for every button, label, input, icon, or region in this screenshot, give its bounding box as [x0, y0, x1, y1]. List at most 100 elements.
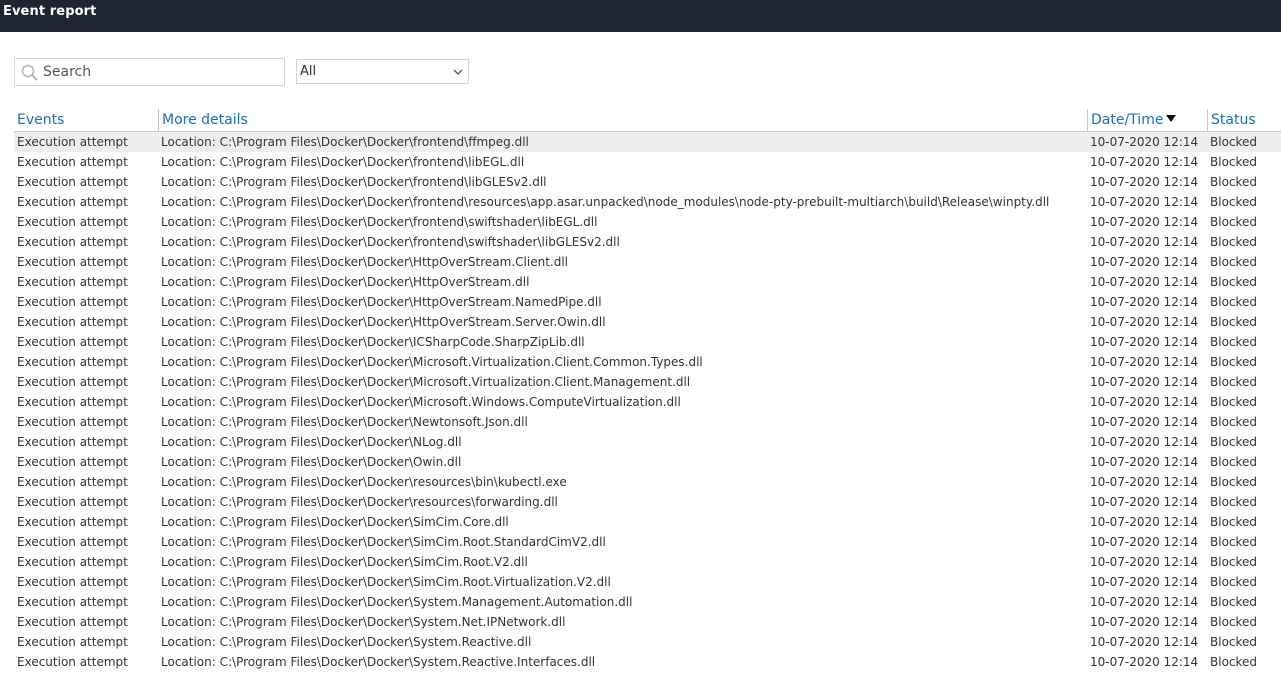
cell-status: Blocked — [1210, 535, 1258, 549]
cell-event: Execution attempt — [17, 335, 128, 349]
cell-details: Location: C:\Program Files\Docker\Docker… — [161, 235, 620, 249]
cell-details: Location: C:\Program Files\Docker\Docker… — [161, 535, 606, 549]
column-header-events[interactable]: Events — [14, 109, 158, 131]
cell-status: Blocked — [1210, 615, 1258, 629]
cell-details: Location: C:\Program Files\Docker\Docker… — [161, 315, 606, 329]
cell-date: 10-07-2020 12:14 — [1090, 175, 1199, 189]
cell-status: Blocked — [1210, 375, 1258, 389]
cell-details: Location: C:\Program Files\Docker\Docker… — [161, 255, 569, 269]
cell-status: Blocked — [1210, 475, 1258, 489]
cell-event: Execution attempt — [17, 635, 128, 649]
table-row[interactable]: Execution attempt Location: C:\Program Fi… — [14, 552, 1281, 572]
table-row[interactable]: Execution attempt Location: C:\Program Fi… — [14, 152, 1281, 172]
cell-event: Execution attempt — [17, 355, 128, 369]
table-row[interactable]: Execution attempt Location: C:\Program Fi… — [14, 612, 1281, 632]
filter-dropdown[interactable]: All — [296, 59, 469, 84]
table-row[interactable]: Execution attempt Location: C:\Program Fi… — [14, 472, 1281, 492]
cell-date: 10-07-2020 12:14 — [1090, 435, 1199, 449]
table-row[interactable]: Execution attempt Location: C:\Program Fi… — [14, 332, 1281, 352]
column-header-details[interactable]: More details — [158, 109, 1087, 131]
cell-status: Blocked — [1210, 315, 1258, 329]
cell-details: Location: C:\Program Files\Docker\Docker… — [161, 155, 525, 169]
cell-event: Execution attempt — [17, 455, 128, 469]
cell-details: Location: C:\Program Files\Docker\Docker… — [161, 555, 528, 569]
cell-status: Blocked — [1210, 495, 1258, 509]
table-row[interactable]: Execution attempt Location: C:\Program Fi… — [14, 312, 1281, 332]
table-header: Events More details Date/Time Status — [14, 109, 1281, 132]
cell-event: Execution attempt — [17, 195, 128, 209]
cell-event: Execution attempt — [17, 435, 128, 449]
cell-details: Location: C:\Program Files\Docker\Docker… — [161, 375, 691, 389]
cell-date: 10-07-2020 12:14 — [1090, 375, 1199, 389]
cell-status: Blocked — [1210, 455, 1258, 469]
table-row[interactable]: Execution attempt Location: C:\Program Fi… — [14, 412, 1281, 432]
cell-date: 10-07-2020 12:14 — [1090, 655, 1199, 669]
cell-details: Location: C:\Program Files\Docker\Docker… — [161, 475, 567, 489]
cell-date: 10-07-2020 12:14 — [1090, 555, 1199, 569]
table-row[interactable]: Execution attempt Location: C:\Program Fi… — [14, 452, 1281, 472]
table-row[interactable]: Execution attempt Location: C:\Program Fi… — [14, 232, 1281, 252]
chevron-down-icon — [453, 69, 463, 75]
cell-details: Location: C:\Program Files\Docker\Docker… — [161, 615, 566, 629]
cell-details: Location: C:\Program Files\Docker\Docker… — [161, 595, 633, 609]
table-row[interactable]: Execution attempt Location: C:\Program Fi… — [14, 172, 1281, 192]
table-row[interactable]: Execution attempt Location: C:\Program Fi… — [14, 292, 1281, 312]
search-box[interactable] — [14, 58, 285, 86]
table-row[interactable]: Execution attempt Location: C:\Program Fi… — [14, 632, 1281, 652]
table-row[interactable]: Execution attempt Location: C:\Program Fi… — [14, 372, 1281, 392]
table-row[interactable]: Execution attempt Location: C:\Program Fi… — [14, 272, 1281, 292]
column-header-date[interactable]: Date/Time — [1087, 109, 1207, 131]
cell-details: Location: C:\Program Files\Docker\Docker… — [161, 515, 509, 529]
cell-details: Location: C:\Program Files\Docker\Docker… — [161, 335, 585, 349]
cell-date: 10-07-2020 12:14 — [1090, 575, 1199, 589]
cell-date: 10-07-2020 12:14 — [1090, 615, 1199, 629]
cell-status: Blocked — [1210, 355, 1258, 369]
cell-details: Location: C:\Program Files\Docker\Docker… — [161, 455, 462, 469]
cell-status: Blocked — [1210, 515, 1258, 529]
cell-date: 10-07-2020 12:14 — [1090, 535, 1199, 549]
search-input[interactable] — [43, 62, 279, 82]
cell-date: 10-07-2020 12:14 — [1090, 235, 1199, 249]
table-row[interactable]: Execution attempt Location: C:\Program Fi… — [14, 252, 1281, 272]
cell-date: 10-07-2020 12:14 — [1090, 335, 1199, 349]
cell-event: Execution attempt — [17, 655, 128, 669]
table-row[interactable]: Execution attempt Location: C:\Program Fi… — [14, 592, 1281, 612]
cell-date: 10-07-2020 12:14 — [1090, 495, 1199, 509]
column-header-status[interactable]: Status — [1207, 109, 1281, 131]
cell-event: Execution attempt — [17, 155, 128, 169]
table-row[interactable]: Execution attempt Location: C:\Program Fi… — [14, 192, 1281, 212]
table-row[interactable]: Execution attempt Location: C:\Program Fi… — [14, 352, 1281, 372]
cell-status: Blocked — [1210, 395, 1258, 409]
search-icon — [21, 64, 38, 81]
cell-event: Execution attempt — [17, 315, 128, 329]
cell-date: 10-07-2020 12:14 — [1090, 135, 1199, 149]
cell-date: 10-07-2020 12:14 — [1090, 355, 1199, 369]
cell-status: Blocked — [1210, 595, 1258, 609]
table-row[interactable]: Execution attempt Location: C:\Program Fi… — [14, 132, 1281, 152]
table-row[interactable]: Execution attempt Location: C:\Program Fi… — [14, 492, 1281, 512]
table-row[interactable]: Execution attempt Location: C:\Program Fi… — [14, 212, 1281, 232]
table-row[interactable]: Execution attempt Location: C:\Program Fi… — [14, 512, 1281, 532]
cell-details: Location: C:\Program Files\Docker\Docker… — [161, 355, 703, 369]
cell-details: Location: C:\Program Files\Docker\Docker… — [161, 395, 681, 409]
cell-date: 10-07-2020 12:14 — [1090, 315, 1199, 329]
cell-event: Execution attempt — [17, 495, 128, 509]
cell-status: Blocked — [1210, 275, 1258, 289]
cell-details: Location: C:\Program Files\Docker\Docker… — [161, 635, 532, 649]
cell-date: 10-07-2020 12:14 — [1090, 415, 1199, 429]
table-row[interactable]: Execution attempt Location: C:\Program Fi… — [14, 532, 1281, 552]
cell-event: Execution attempt — [17, 415, 128, 429]
table-row[interactable]: Execution attempt Location: C:\Program Fi… — [14, 432, 1281, 452]
table-row[interactable]: Execution attempt Location: C:\Program Fi… — [14, 572, 1281, 592]
table-row[interactable]: Execution attempt Location: C:\Program Fi… — [14, 652, 1281, 672]
cell-details: Location: C:\Program Files\Docker\Docker… — [161, 135, 529, 149]
cell-details: Location: C:\Program Files\Docker\Docker… — [161, 655, 596, 669]
table-body: Execution attempt Location: C:\Program Fi… — [14, 132, 1281, 672]
cell-date: 10-07-2020 12:14 — [1090, 455, 1199, 469]
column-header-label: Status — [1211, 112, 1256, 128]
cell-date: 10-07-2020 12:14 — [1090, 195, 1199, 209]
cell-date: 10-07-2020 12:14 — [1090, 255, 1199, 269]
table-row[interactable]: Execution attempt Location: C:\Program Fi… — [14, 392, 1281, 412]
cell-event: Execution attempt — [17, 615, 128, 629]
cell-status: Blocked — [1210, 555, 1258, 569]
